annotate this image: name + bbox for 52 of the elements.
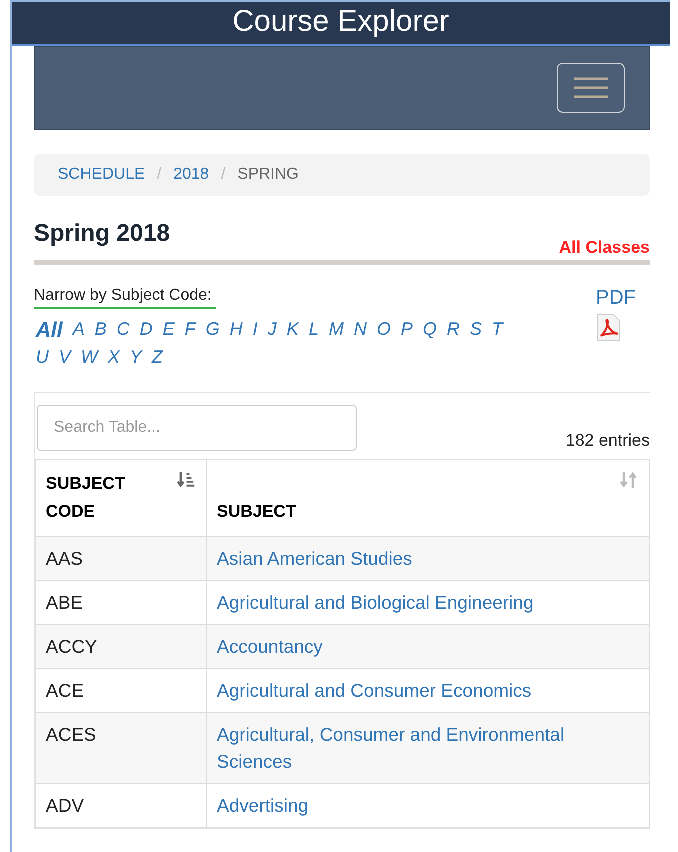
breadcrumb-link[interactable]: 2018 (174, 166, 210, 184)
letter-filter-link[interactable]: D (138, 319, 155, 343)
pdf-icon[interactable] (596, 314, 622, 342)
letter-filter-link[interactable]: A (70, 319, 87, 343)
letter-filter-link[interactable]: V (57, 347, 74, 368)
pdf-link[interactable]: PDF (596, 287, 636, 310)
narrow-label: Narrow by Subject Code: (34, 287, 216, 309)
letter-filter-link[interactable]: X (106, 347, 122, 368)
window-title: Course Explorer (12, 2, 670, 46)
letter-filter-link[interactable]: W (79, 347, 100, 368)
filter-label: All Classes (559, 238, 650, 258)
letter-filter-link[interactable]: J (266, 319, 279, 343)
letter-filter-link[interactable]: O (374, 319, 393, 343)
page-heading: Spring 2018 (34, 220, 170, 248)
subject-link[interactable]: Advertising (206, 784, 650, 828)
letter-filter-link[interactable]: Y (128, 347, 144, 368)
letter-filter-link[interactable]: S (468, 319, 484, 343)
breadcrumb-link[interactable]: SCHEDULE (58, 166, 146, 184)
letter-filter-link[interactable]: P (398, 319, 415, 343)
table-cell: ADV (36, 784, 206, 828)
letter-filter-link[interactable]: L (306, 319, 321, 343)
menu-icon (574, 77, 608, 99)
letter-filter-link[interactable]: G (204, 319, 222, 343)
letter-filter-link[interactable]: B (92, 319, 109, 343)
letter-filter-link[interactable]: R (445, 319, 462, 343)
letter-filter-link[interactable]: T (490, 319, 506, 343)
breadcrumb-current: SPRING (238, 166, 299, 184)
letter-filter-link[interactable]: K (284, 319, 301, 343)
subject-link[interactable]: Asian American Studies (206, 536, 650, 580)
letter-filter-link[interactable]: Z (150, 347, 166, 368)
letter-filter-link[interactable]: U (34, 347, 51, 368)
table-cell: ACCY (36, 624, 206, 668)
entries-count: 182 entries (566, 431, 650, 451)
letter-filter-link[interactable]: N (352, 319, 369, 343)
letter-filter-link[interactable]: C (114, 319, 132, 343)
table-cell: ACES (36, 712, 206, 784)
letter-filter-link[interactable]: All (34, 319, 65, 343)
menu-button[interactable] (557, 63, 625, 113)
search-field[interactable]: Search Table... (37, 405, 357, 451)
subject-link[interactable]: Accountancy (206, 624, 650, 668)
letter-filter-link[interactable]: H (228, 319, 245, 343)
letter-filter-link[interactable]: Q (420, 319, 439, 343)
letter-filter-link[interactable]: I (250, 319, 260, 343)
table-cell: AAS (36, 536, 206, 580)
subject-link[interactable]: Agricultural, Consumer and Environmental Sciences (206, 712, 650, 784)
letter-filter-link[interactable]: E (160, 319, 177, 343)
sort-icon[interactable] (176, 470, 196, 490)
breadcrumb-separator: / (157, 166, 162, 184)
letter-filter-link[interactable]: M (326, 319, 346, 343)
column-header[interactable]: SUBJECT (217, 498, 296, 526)
breadcrumb-separator: / (221, 166, 226, 184)
letter-filter-link[interactable]: F (182, 319, 198, 343)
